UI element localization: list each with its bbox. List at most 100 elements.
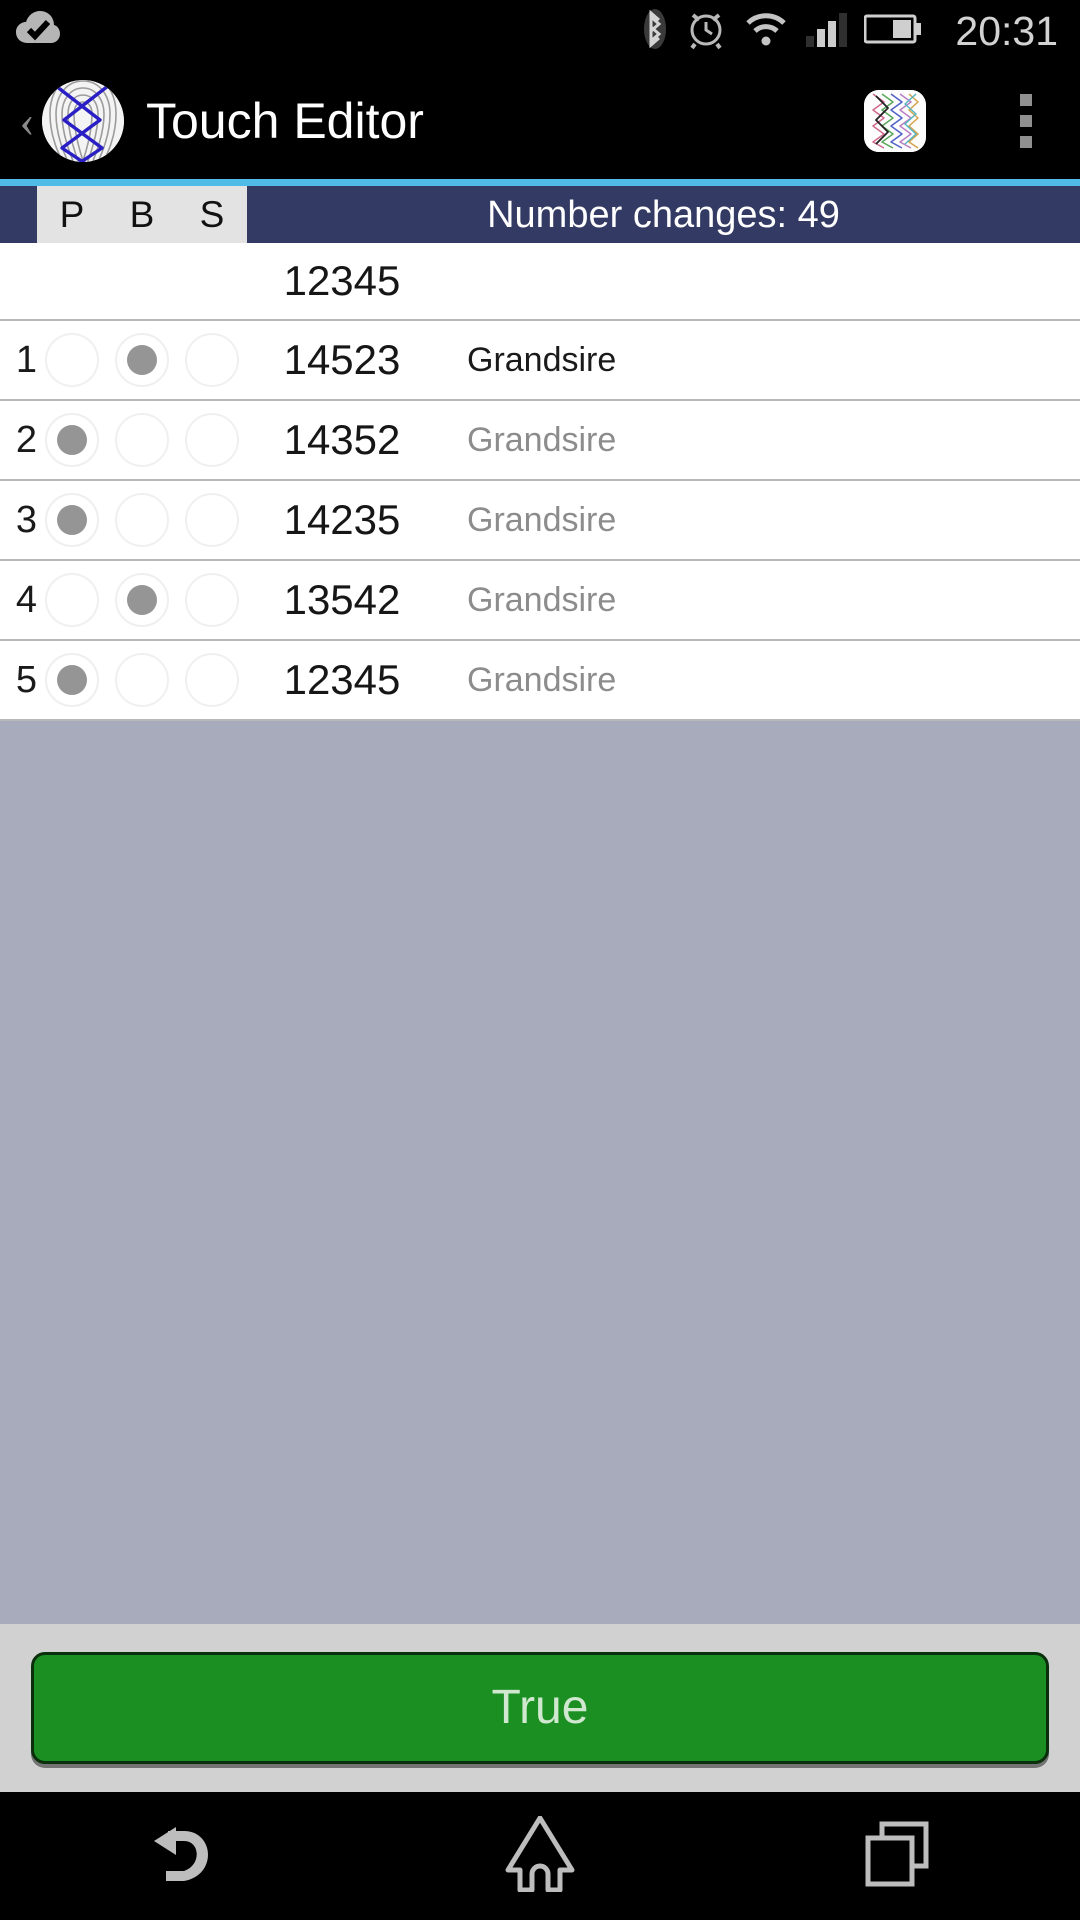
radio-ring bbox=[45, 573, 99, 627]
column-header-b[interactable]: B bbox=[107, 196, 177, 233]
bob-radio[interactable] bbox=[107, 413, 177, 467]
blue-line-diagram-icon[interactable] bbox=[864, 90, 926, 152]
row-change-value: 13542 bbox=[283, 576, 401, 623]
phone-screen: 20:31 ‹ Touch Editor P B S Number change… bbox=[0, 0, 1080, 1920]
row-call-radios bbox=[37, 653, 247, 707]
column-header-s[interactable]: S bbox=[177, 196, 247, 233]
recent-apps-icon bbox=[862, 1818, 938, 1895]
pbs-column-headers: P B S bbox=[37, 186, 247, 243]
radio-ring bbox=[45, 493, 99, 547]
single-radio[interactable] bbox=[177, 413, 247, 467]
true-button[interactable]: True bbox=[31, 1652, 1049, 1764]
accent-divider bbox=[0, 179, 1080, 186]
rounds-row: 12345 bbox=[0, 243, 1080, 321]
bob-radio[interactable] bbox=[107, 333, 177, 387]
battery-icon bbox=[863, 13, 922, 50]
single-radio[interactable] bbox=[177, 333, 247, 387]
fingerprint-method-icon bbox=[42, 80, 124, 162]
row-method-name[interactable]: Grandsire bbox=[437, 503, 1080, 537]
row-method-name[interactable]: Grandsire bbox=[437, 423, 1080, 457]
row-method-name[interactable]: Grandsire bbox=[437, 663, 1080, 697]
plain-radio[interactable] bbox=[37, 493, 107, 547]
signal-bars-icon bbox=[805, 11, 848, 52]
radio-dot bbox=[197, 425, 227, 455]
single-radio[interactable] bbox=[177, 573, 247, 627]
table-row[interactable]: 5 12345 Grandsire bbox=[0, 641, 1080, 721]
overflow-menu-icon[interactable] bbox=[996, 81, 1056, 161]
radio-dot bbox=[57, 505, 87, 535]
back-arrow-icon bbox=[138, 1819, 222, 1894]
single-radio[interactable] bbox=[177, 653, 247, 707]
alarm-clock-icon bbox=[685, 8, 727, 55]
status-bar-notifications bbox=[14, 9, 62, 54]
radio-ring bbox=[45, 333, 99, 387]
row-index: 1 bbox=[15, 339, 37, 381]
touch-table: 12345 1 14523 Grandsire 2 14352 Grandsire 3 142… bbox=[0, 243, 1080, 721]
back-navigation-button[interactable]: ‹ bbox=[8, 91, 46, 151]
row-call-radios bbox=[37, 413, 247, 467]
radio-ring bbox=[185, 333, 239, 387]
radio-dot bbox=[197, 345, 227, 375]
radio-dot bbox=[57, 425, 87, 455]
number-changes-container: Number changes: 49 bbox=[247, 186, 1080, 243]
radio-ring bbox=[185, 413, 239, 467]
android-navigation-bar bbox=[0, 1792, 1080, 1920]
row-call-radios bbox=[37, 573, 247, 627]
radio-dot bbox=[197, 505, 227, 535]
row-call-radios bbox=[37, 333, 247, 387]
page-title: Touch Editor bbox=[146, 93, 424, 149]
radio-dot bbox=[57, 665, 87, 695]
table-row[interactable]: 3 14235 Grandsire bbox=[0, 481, 1080, 561]
radio-ring bbox=[115, 413, 169, 467]
nav-home-button[interactable] bbox=[360, 1815, 720, 1897]
radio-ring bbox=[45, 653, 99, 707]
radio-ring bbox=[115, 573, 169, 627]
radio-dot bbox=[197, 585, 227, 615]
cloud-check-icon bbox=[14, 9, 62, 54]
radio-dot bbox=[57, 585, 87, 615]
row-method-name[interactable]: Grandsire bbox=[437, 583, 1080, 617]
radio-dot bbox=[197, 665, 227, 695]
single-radio[interactable] bbox=[177, 493, 247, 547]
radio-ring bbox=[115, 333, 169, 387]
row-index: 2 bbox=[15, 419, 37, 461]
table-row[interactable]: 2 14352 Grandsire bbox=[0, 401, 1080, 481]
bob-radio[interactable] bbox=[107, 493, 177, 547]
radio-dot bbox=[127, 425, 157, 455]
row-change-value: 14235 bbox=[283, 496, 401, 543]
table-row[interactable]: 1 14523 Grandsire bbox=[0, 321, 1080, 401]
radio-ring bbox=[115, 653, 169, 707]
row-change-value: 12345 bbox=[283, 656, 401, 703]
plain-radio[interactable] bbox=[37, 333, 107, 387]
radio-dot bbox=[57, 345, 87, 375]
plain-radio[interactable] bbox=[37, 573, 107, 627]
footer-bar: True bbox=[0, 1624, 1080, 1792]
bob-radio[interactable] bbox=[107, 573, 177, 627]
number-changes-label: Number changes: 49 bbox=[487, 193, 840, 236]
overflow-dot bbox=[1020, 136, 1032, 148]
overflow-dot bbox=[1020, 115, 1032, 127]
bluetooth-icon bbox=[642, 8, 668, 55]
row-index: 5 bbox=[15, 659, 37, 701]
row-change-value: 14352 bbox=[283, 416, 401, 463]
bob-radio[interactable] bbox=[107, 653, 177, 707]
plain-radio[interactable] bbox=[37, 653, 107, 707]
table-row[interactable]: 4 13542 Grandsire bbox=[0, 561, 1080, 641]
row-index: 3 bbox=[15, 499, 37, 541]
radio-ring bbox=[185, 653, 239, 707]
header-number-spacer bbox=[0, 186, 37, 243]
row-method-name[interactable]: Grandsire bbox=[437, 343, 1080, 377]
status-bar-icons: 20:31 bbox=[642, 8, 1058, 55]
plain-radio[interactable] bbox=[37, 413, 107, 467]
wifi-icon bbox=[744, 11, 788, 52]
radio-ring bbox=[45, 413, 99, 467]
radio-dot bbox=[127, 505, 157, 535]
row-index: 4 bbox=[15, 579, 37, 621]
row-call-radios bbox=[37, 493, 247, 547]
diagram-canvas[interactable] bbox=[0, 721, 1080, 1624]
rounds-row-value: 12345 bbox=[283, 257, 401, 304]
column-header-p[interactable]: P bbox=[37, 196, 107, 233]
nav-back-button[interactable] bbox=[0, 1819, 360, 1894]
radio-dot bbox=[127, 345, 157, 375]
nav-recents-button[interactable] bbox=[720, 1818, 1080, 1895]
